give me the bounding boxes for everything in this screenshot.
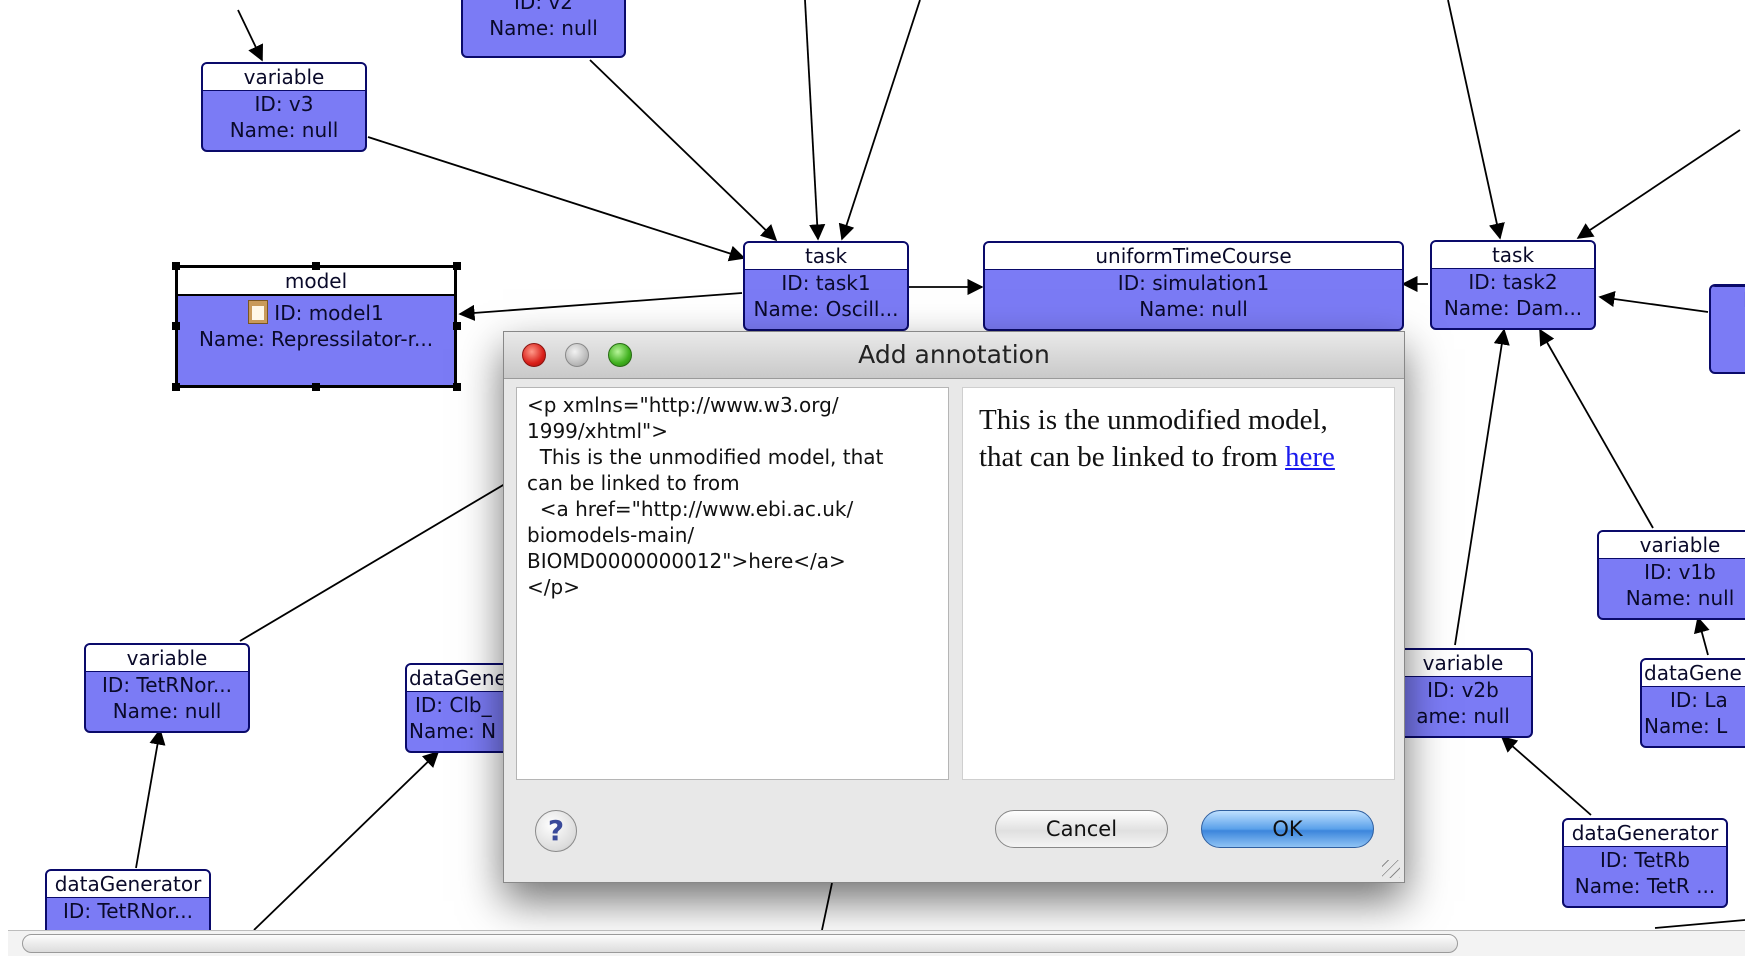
node-id: ID: v3 <box>254 92 314 116</box>
selection-handle[interactable] <box>453 322 461 330</box>
annotation-preview: This is the unmodified model, that can b… <box>962 387 1395 780</box>
node-name: Name: Oscill... <box>753 297 899 321</box>
node-kind: variable <box>1599 532 1745 559</box>
node-name: Name: null <box>1139 297 1248 321</box>
node-name: Name: L <box>1644 714 1728 738</box>
node-id: ID: v1b <box>1644 560 1716 584</box>
edge <box>1454 328 1510 646</box>
edge <box>1539 328 1654 529</box>
ok-button[interactable]: OK <box>1201 810 1374 848</box>
node-kind: uniformTimeCourse <box>985 243 1402 270</box>
node-v1b[interactable]: variable ID: v1b Name: null <box>1597 530 1745 620</box>
node-tetrb-datagenerator[interactable]: dataGenerator ID: TetRb Name: TetR ... <box>1562 818 1728 908</box>
edge <box>458 292 743 321</box>
edge <box>821 882 833 931</box>
edge <box>253 750 440 931</box>
node-kind: dataGene <box>1642 660 1745 687</box>
horizontal-scrollbar[interactable] <box>8 930 1745 956</box>
edge <box>838 0 921 241</box>
node-kind: variable <box>86 645 248 672</box>
edge <box>237 9 263 62</box>
node-name: Name: null <box>112 699 222 723</box>
node-id: ID: simulation1 <box>1117 271 1270 295</box>
node-id: ID: model1 <box>274 301 384 325</box>
annotation-source-editor[interactable]: <p xmlns="http://www.w3.org/ 1999/xhtml"… <box>516 387 949 780</box>
selection-handle[interactable] <box>172 262 180 270</box>
node-id: ID: task2 <box>1468 270 1558 294</box>
node-tetrnor-variable[interactable]: variable ID: TetRNor... Name: null <box>84 643 250 733</box>
edge <box>1693 616 1710 656</box>
node-id: ID: La <box>1670 688 1728 712</box>
node-kind: dataGenerator <box>1564 820 1726 847</box>
selection-handle[interactable] <box>312 383 320 391</box>
node-id: ID: TetRNor... <box>63 899 193 923</box>
node-id: ID: task1 <box>781 271 871 295</box>
node-name: ame: null <box>1416 704 1510 728</box>
node-v2[interactable]: ID: v2 Name: null <box>461 0 626 58</box>
preview-link[interactable]: here <box>1285 441 1335 473</box>
node-v3[interactable]: variable ID: v3 Name: null <box>201 62 367 152</box>
node-name: Name: null <box>489 16 598 40</box>
edge <box>135 728 166 869</box>
selection-handle[interactable] <box>453 262 461 270</box>
node-v2b[interactable]: variable ID: v2b ame: null <box>1393 648 1533 738</box>
node-name: Name: null <box>1625 586 1735 610</box>
node-kind: variable <box>203 64 365 91</box>
node-id: ID: v2b <box>1427 678 1499 702</box>
dialog-titlebar[interactable]: Add annotation <box>504 332 1404 379</box>
annotation-icon <box>248 300 269 324</box>
preview-text: This is the unmodified model, that can b… <box>979 404 1328 473</box>
node-kind: dataGenerator <box>47 871 209 898</box>
node-id: ID: TetRNor... <box>102 673 232 697</box>
edge <box>804 0 826 241</box>
cancel-button[interactable]: Cancel <box>995 810 1168 848</box>
edge <box>239 474 521 642</box>
node-partial-right[interactable]: N <box>1709 284 1745 374</box>
node-kind: variable <box>1395 650 1531 677</box>
node-id: ID: TetRb <box>1600 848 1690 872</box>
node-name: N <box>1711 287 1745 313</box>
node-name: Name: null <box>229 118 339 142</box>
edge <box>1500 735 1592 816</box>
edge <box>589 59 778 242</box>
edge <box>1598 290 1709 313</box>
node-model1[interactable]: model ID: model1 Name: Repressilator-r..… <box>175 265 457 388</box>
resize-grip-icon[interactable] <box>1382 860 1400 878</box>
node-kind: model <box>178 268 454 296</box>
edge <box>1576 129 1741 239</box>
node-simulation1[interactable]: uniformTimeCourse ID: simulation1 Name: … <box>983 241 1404 331</box>
scrollbar-thumb[interactable] <box>22 934 1458 953</box>
selection-handle[interactable] <box>453 383 461 391</box>
edge <box>1447 0 1505 240</box>
node-task1[interactable]: task ID: task1 Name: Oscill... <box>743 241 909 331</box>
node-name: Name: TetR ... <box>1574 874 1716 898</box>
selection-handle[interactable] <box>172 383 180 391</box>
node-kind: task <box>1432 242 1594 269</box>
help-button[interactable]: ? <box>535 810 577 852</box>
node-id: ID: v2 <box>514 0 573 14</box>
node-kind: task <box>745 243 907 270</box>
node-task2[interactable]: task ID: task2 Name: Dam... <box>1430 240 1596 330</box>
node-name: Name: Repressilator-r... <box>198 327 434 351</box>
add-annotation-dialog: Add annotation <p xmlns="http://www.w3.o… <box>503 331 1405 883</box>
selection-handle[interactable] <box>172 322 180 330</box>
node-name: Name: Dam... <box>1443 296 1583 320</box>
edge <box>1654 919 1745 929</box>
selection-handle[interactable] <box>312 262 320 270</box>
node-la-datagenerator[interactable]: dataGene ID: La Name: L <box>1640 658 1745 748</box>
dialog-title: Add annotation <box>858 340 1050 369</box>
